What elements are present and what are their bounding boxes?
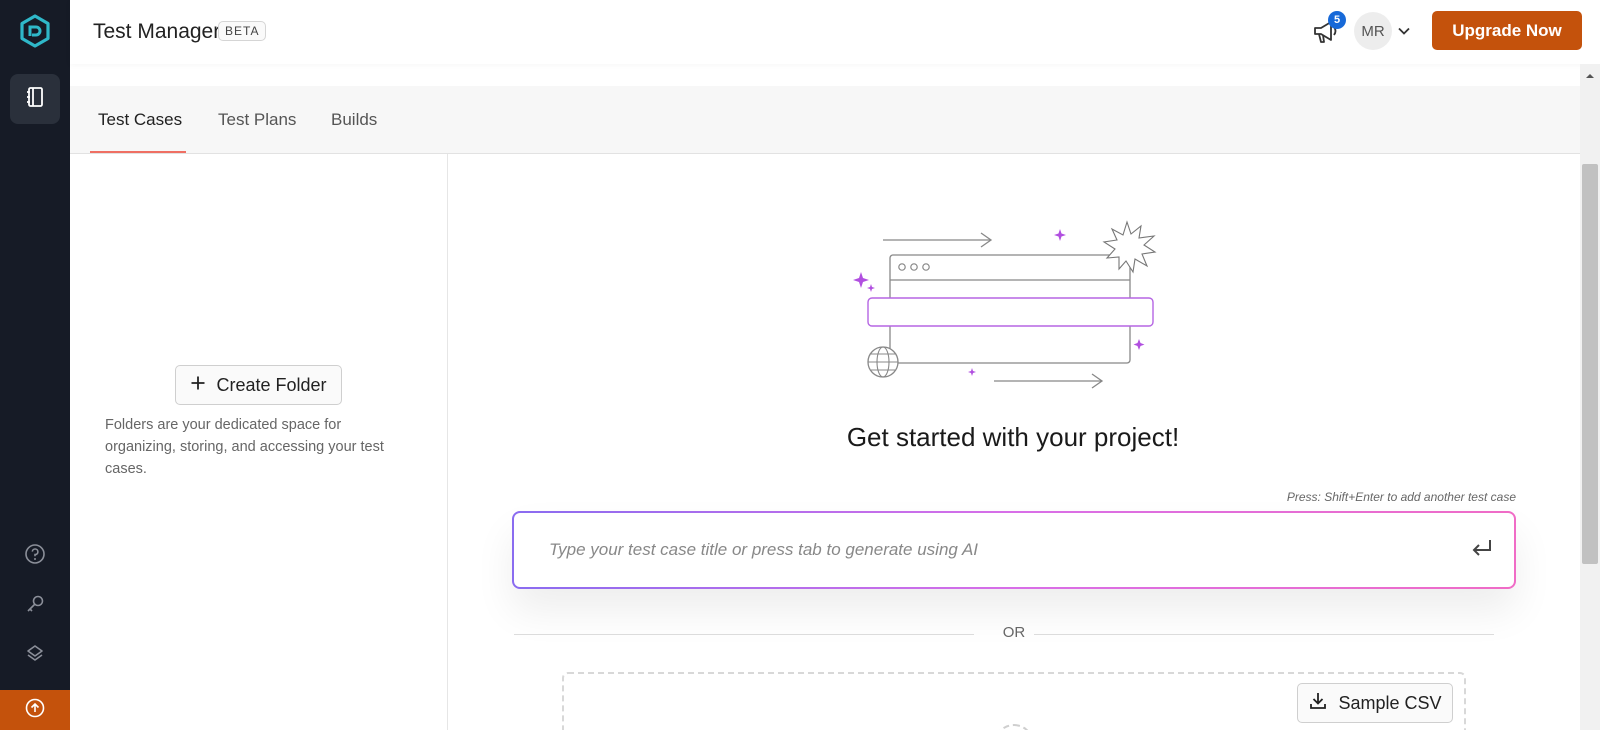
or-label: OR [1002,624,1026,641]
test-case-input-wrapper [512,511,1516,589]
shortcut-hint: Press: Shift+Enter to add another test c… [1286,490,1516,504]
beta-badge: BETA [218,21,267,41]
sample-csv-button[interactable]: Sample CSV [1297,683,1453,723]
folder-panel: Create Folder Folders are your dedicated… [70,154,448,730]
or-divider-line-left [514,634,974,635]
scrollbar-thumb[interactable] [1582,164,1598,564]
upgrade-rail-button[interactable] [0,690,70,730]
sample-csv-label: Sample CSV [1338,692,1442,713]
plus-icon [190,375,206,396]
notification-badge: 5 [1328,11,1346,29]
top-header: Test Manager BETA 5 MR Upgrade Now [70,0,1600,64]
upgrade-now-button[interactable]: Upgrade Now [1432,11,1582,50]
download-icon [1308,691,1328,716]
or-divider-line-right [1034,634,1494,635]
folder-description: Folders are your dedicated space for org… [105,417,384,477]
enter-return-icon[interactable] [1469,535,1495,561]
app-logo-icon[interactable] [19,14,51,48]
tab-test-cases[interactable]: Test Cases [98,110,182,130]
page-title: Test Manager [93,20,221,43]
avatar[interactable]: MR [1354,12,1392,50]
nav-test-manager[interactable] [10,74,60,124]
create-folder-button[interactable]: Create Folder [175,365,342,405]
create-folder-label: Create Folder [216,374,327,395]
or-divider: OR [514,624,1514,644]
scroll-up-arrow-icon[interactable] [1585,68,1595,78]
tab-builds[interactable]: Builds [331,110,377,130]
project-illustration [849,220,1179,400]
active-tab-indicator [90,151,186,153]
left-nav-rail [0,0,70,730]
key-icon[interactable] [22,591,48,617]
get-started-heading: Get started with your project! [846,422,1180,452]
help-icon[interactable] [22,541,48,567]
main-content: Get started with your project! Press: Sh… [449,154,1580,730]
chevron-down-icon[interactable] [1397,24,1411,38]
app-root: Test Manager BETA 5 MR Upgrade Now Test … [0,0,1600,730]
test-case-title-input[interactable] [514,513,1514,587]
vertical-scrollbar[interactable] [1580,64,1600,730]
tabs-bar: Test Cases Test Plans Builds [70,86,1580,154]
notebook-icon [25,86,45,113]
arrow-up-circle-icon [25,698,45,723]
tab-test-plans[interactable]: Test Plans [218,110,296,130]
layers-icon[interactable] [22,641,48,667]
